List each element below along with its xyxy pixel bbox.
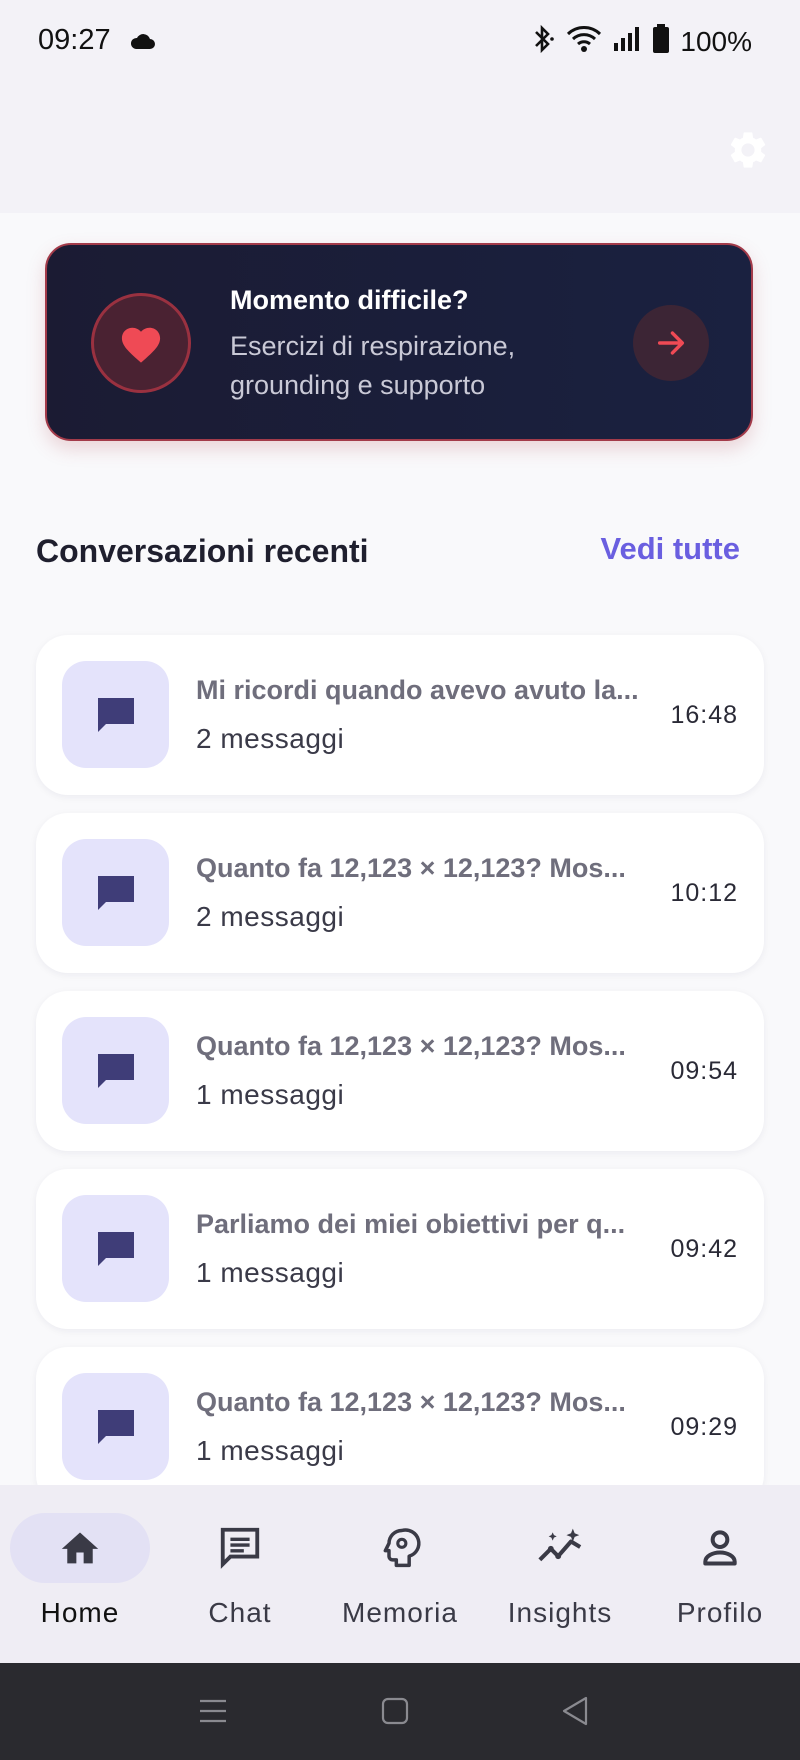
recent-conversations-title: Conversazioni recenti: [36, 533, 369, 569]
support-card-subtitle: Esercizi di respirazione, grounding e su…: [230, 331, 516, 400]
gear-icon[interactable]: [726, 128, 770, 172]
conversation-time: 10:12: [670, 879, 738, 907]
insights-icon: [534, 1521, 586, 1573]
menu-icon[interactable]: [198, 1697, 228, 1730]
nav-label-profilo: Profilo: [676, 1597, 764, 1628]
chat-bubble-icon: [62, 1195, 169, 1302]
conversation-title: Quanto fa 12,123 × 12,123? Mos...: [196, 1387, 626, 1417]
conversation-title: Parliamo dei miei obiettivi per q...: [196, 1209, 626, 1239]
nav-label-home: Home: [40, 1597, 120, 1628]
conversation-time: 09:42: [670, 1235, 738, 1263]
home-square-icon[interactable]: [381, 1697, 409, 1730]
nav-label-memoria: Memoria: [342, 1597, 458, 1628]
nav-item-chat[interactable]: Chat: [160, 1485, 320, 1663]
home-content: Momento difficile? Esercizi di respirazi…: [0, 213, 800, 1485]
conversation-title: Mi ricordi quando avevo avuto la...: [196, 675, 639, 705]
conversation-item[interactable]: Quanto fa 12,123 × 12,123? Mos... 1 mess…: [36, 991, 764, 1151]
conversation-title: Quanto fa 12,123 × 12,123? Mos...: [196, 853, 626, 883]
status-time: 09:27: [38, 24, 111, 56]
system-navigation-bar: [0, 1663, 800, 1760]
chat-bubble-icon: [62, 1373, 169, 1480]
conversation-message-count: 2 messaggi: [196, 901, 345, 932]
conversation-message-count: 1 messaggi: [196, 1435, 345, 1466]
nav-label-insights: Insights: [507, 1597, 613, 1628]
battery-icon: [652, 24, 670, 59]
conversation-message-count: 1 messaggi: [196, 1257, 345, 1288]
nav-item-home[interactable]: Home: [0, 1485, 160, 1663]
nav-item-insights[interactable]: Insights: [480, 1485, 640, 1663]
nav-item-profilo[interactable]: Profilo: [640, 1485, 800, 1663]
bluetooth-icon: [530, 24, 556, 59]
signal-icon: [612, 25, 642, 58]
battery-percentage: 100%: [680, 25, 752, 57]
heart-icon: [91, 293, 191, 393]
see-all-link[interactable]: Vedi tutte: [600, 531, 740, 567]
conversation-time: 09:29: [670, 1413, 738, 1441]
bottom-navigation: Home Chat Memoria Insights Profilo: [0, 1485, 800, 1663]
conversation-time: 16:48: [670, 701, 738, 729]
cloud-icon: [130, 32, 156, 55]
chat-bubble-icon: [62, 1017, 169, 1124]
conversation-item[interactable]: Mi ricordi quando avevo avuto la... 2 me…: [36, 635, 764, 795]
arrow-right-icon[interactable]: [633, 305, 709, 381]
status-bar: 09:27 100%: [0, 0, 800, 88]
support-card-title: Momento difficile?: [230, 285, 469, 315]
conversation-item[interactable]: Parliamo dei miei obiettivi per q... 1 m…: [36, 1169, 764, 1329]
nav-item-memoria[interactable]: Memoria: [320, 1485, 480, 1663]
home-icon: [54, 1521, 106, 1573]
person-icon: [694, 1521, 746, 1573]
wifi-icon: [566, 25, 602, 58]
conversation-message-count: 2 messaggi: [196, 723, 345, 754]
back-icon[interactable]: [560, 1695, 590, 1732]
conversation-title: Quanto fa 12,123 × 12,123? Mos...: [196, 1031, 626, 1061]
app-header: [0, 88, 800, 213]
crisis-support-card[interactable]: Momento difficile? Esercizi di respirazi…: [45, 243, 753, 441]
chat-icon: [214, 1521, 266, 1573]
conversation-time: 09:54: [670, 1057, 738, 1085]
conversation-message-count: 1 messaggi: [196, 1079, 345, 1110]
chat-bubble-icon: [62, 839, 169, 946]
conversation-item[interactable]: Quanto fa 12,123 × 12,123? Mos... 2 mess…: [36, 813, 764, 973]
nav-label-chat: Chat: [208, 1597, 272, 1628]
conversation-item[interactable]: Quanto fa 12,123 × 12,123? Mos... 1 mess…: [36, 1347, 764, 1485]
brain-icon: [374, 1521, 426, 1573]
chat-bubble-icon: [62, 661, 169, 768]
